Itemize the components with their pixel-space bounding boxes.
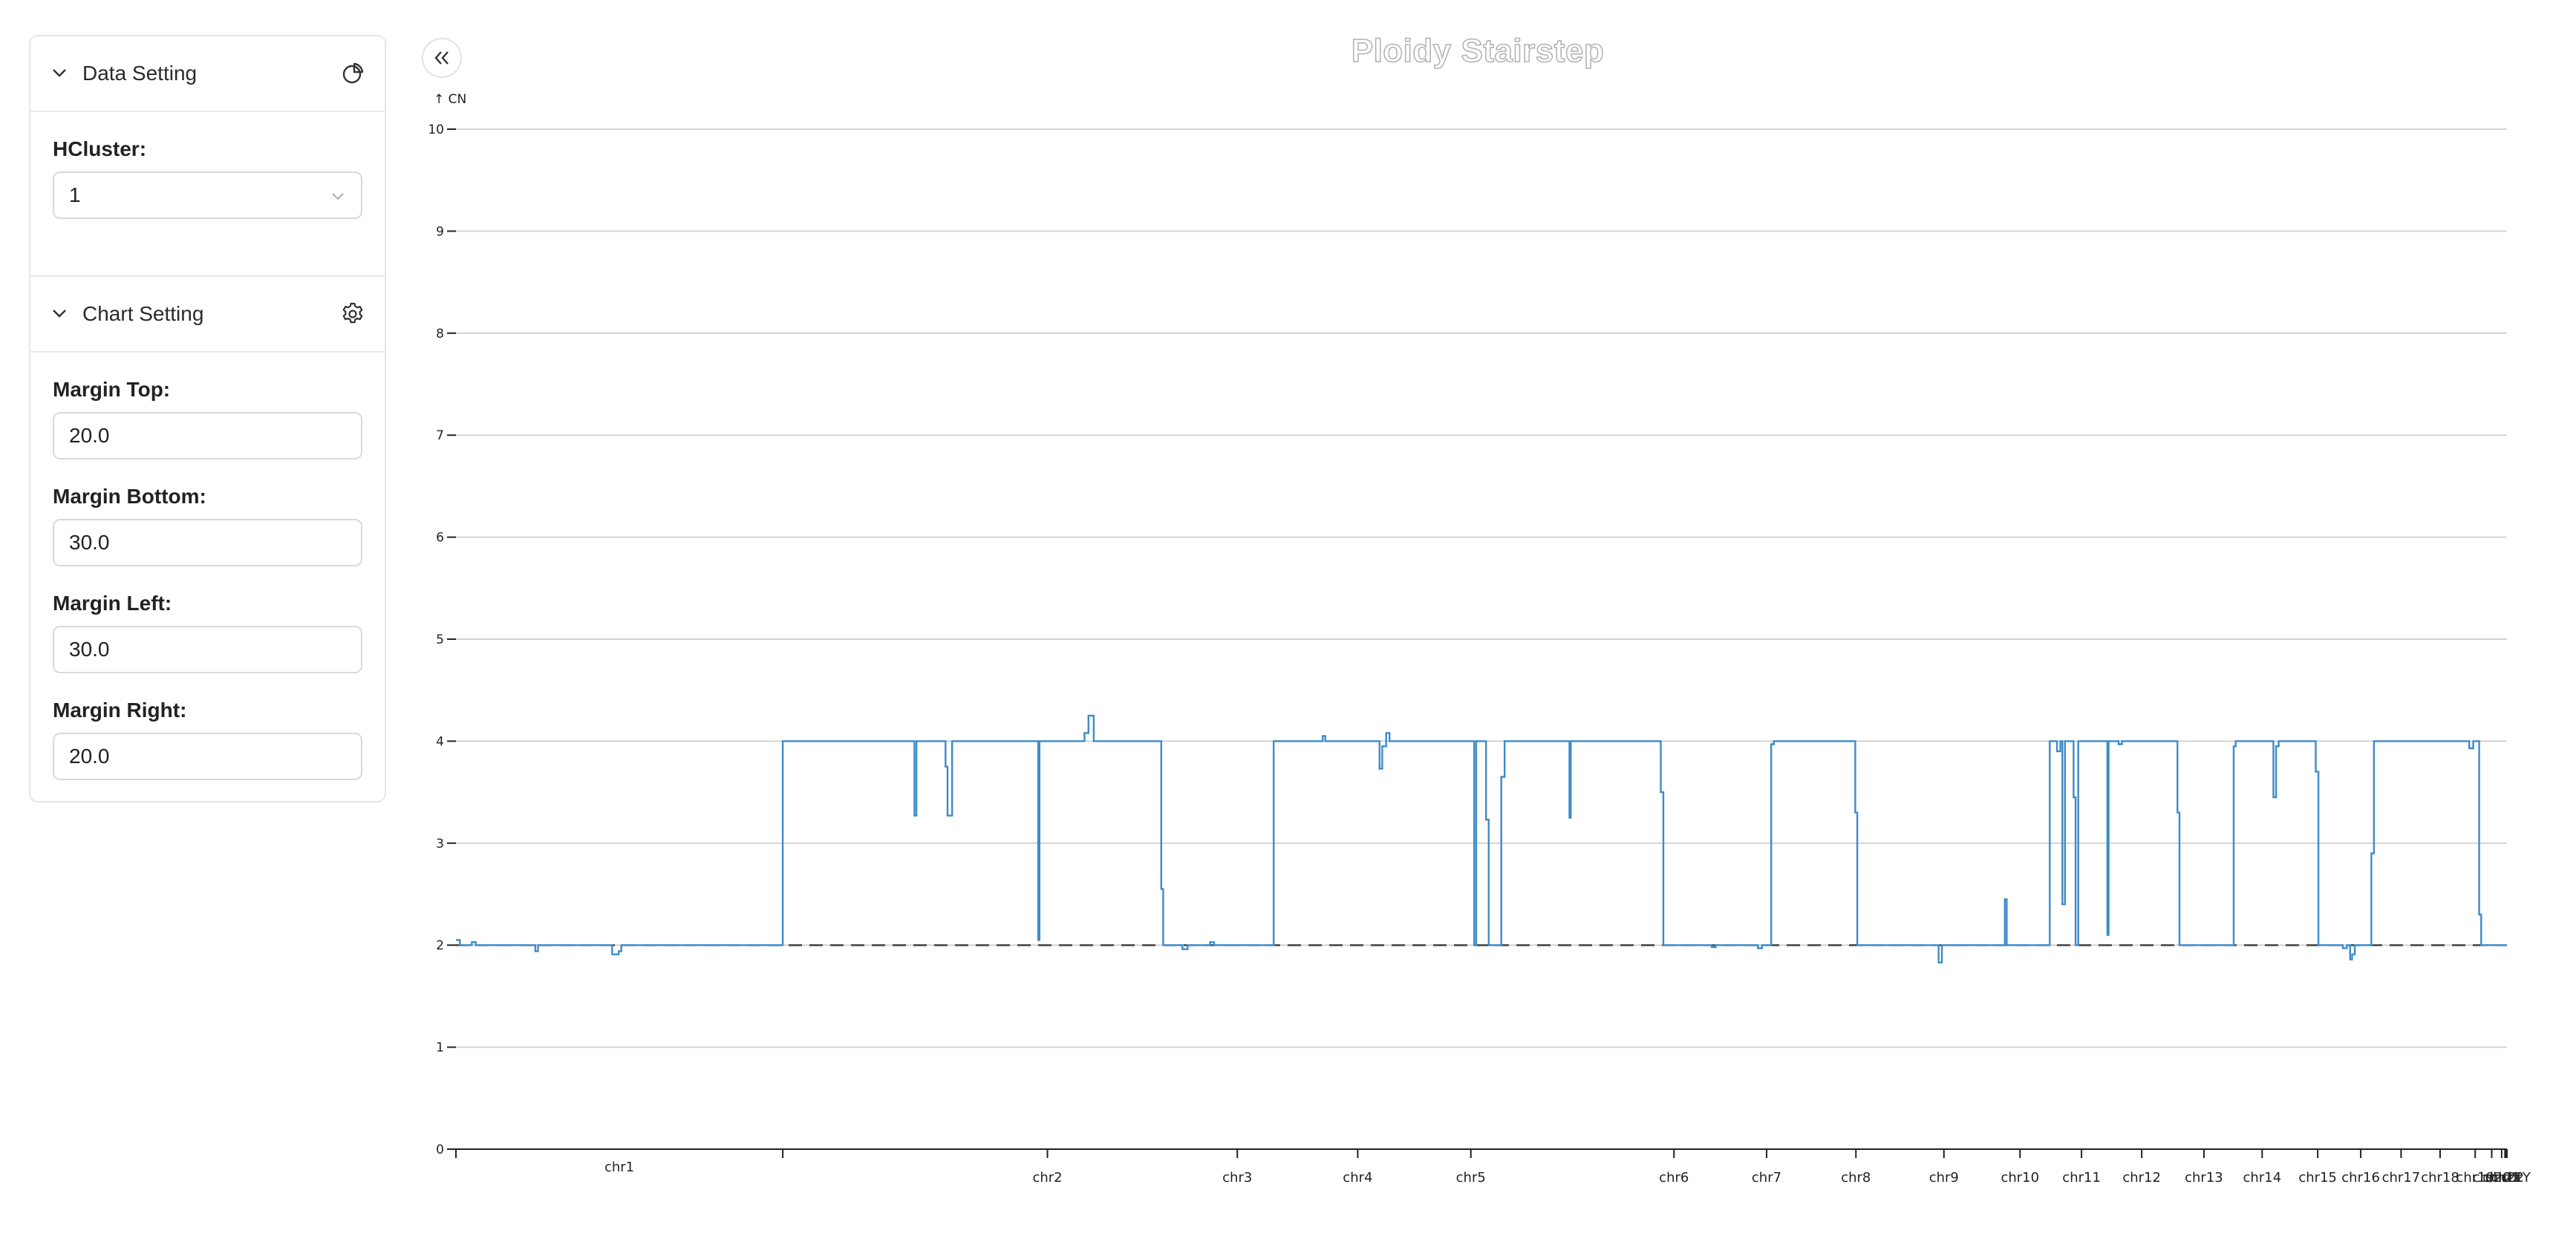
x-tick-label: chrY	[2501, 1170, 2531, 1186]
y-axis-label: ↑ CN	[434, 92, 466, 107]
x-tick-label: chr5	[1456, 1170, 1486, 1186]
grid-lines	[456, 128, 2507, 1048]
y-tick-label: 8	[436, 327, 444, 341]
x-tick-label: chr15	[2298, 1170, 2337, 1186]
x-tick-label: chr3	[1222, 1170, 1252, 1186]
y-tick-label: 7	[436, 428, 444, 443]
x-tick-label: chr2	[1032, 1170, 1062, 1186]
ploidy-chart: 012345678910↑ CN chr1chr2 chr3 chr4 chr5 chr…	[428, 92, 2531, 1186]
x-tick-label: chr18	[2421, 1170, 2459, 1186]
x-axis: chr1 chr2 chr3 chr4 chr5 chr6 chr7 chr8 chr9 chr1…	[455, 1148, 2531, 1186]
y-tick-label: 10	[428, 122, 444, 137]
x-tick-label: chr4	[1343, 1170, 1372, 1186]
y-tick-label: 1	[436, 1041, 444, 1056]
y-tick-label: 3	[436, 837, 444, 851]
x-tick-label: chr17	[2382, 1170, 2421, 1186]
x-tick-label: chr11	[2062, 1170, 2101, 1186]
x-tick-label: chr1	[604, 1160, 634, 1175]
y-tick-label: 6	[436, 531, 444, 546]
x-tick-label: chr8	[1841, 1170, 1871, 1186]
x-tick-label: chr9	[1929, 1170, 1959, 1186]
y-tick-label: 9	[436, 224, 444, 239]
x-tick-label: chr13	[2185, 1170, 2223, 1186]
x-tick-label: chr6	[1659, 1170, 1689, 1186]
x-tick-label: chr7	[1752, 1170, 1781, 1186]
y-tick-label: 5	[436, 632, 444, 647]
y-tick-label: 2	[436, 938, 444, 953]
y-tick-label: 4	[436, 734, 444, 749]
x-tick-label: chr16	[2341, 1170, 2380, 1186]
x-tick-label: chr14	[2243, 1170, 2282, 1186]
series-layer	[456, 714, 2507, 964]
x-tick-label: chr10	[2001, 1170, 2039, 1186]
y-axis: 0 1 2 3 4 5 6 7 8 9 10 ↑ CN	[428, 92, 466, 1157]
x-tick-label: chr12	[2122, 1170, 2161, 1186]
cn-stairstep-line	[456, 714, 2507, 964]
y-tick-label: 0	[436, 1142, 444, 1157]
